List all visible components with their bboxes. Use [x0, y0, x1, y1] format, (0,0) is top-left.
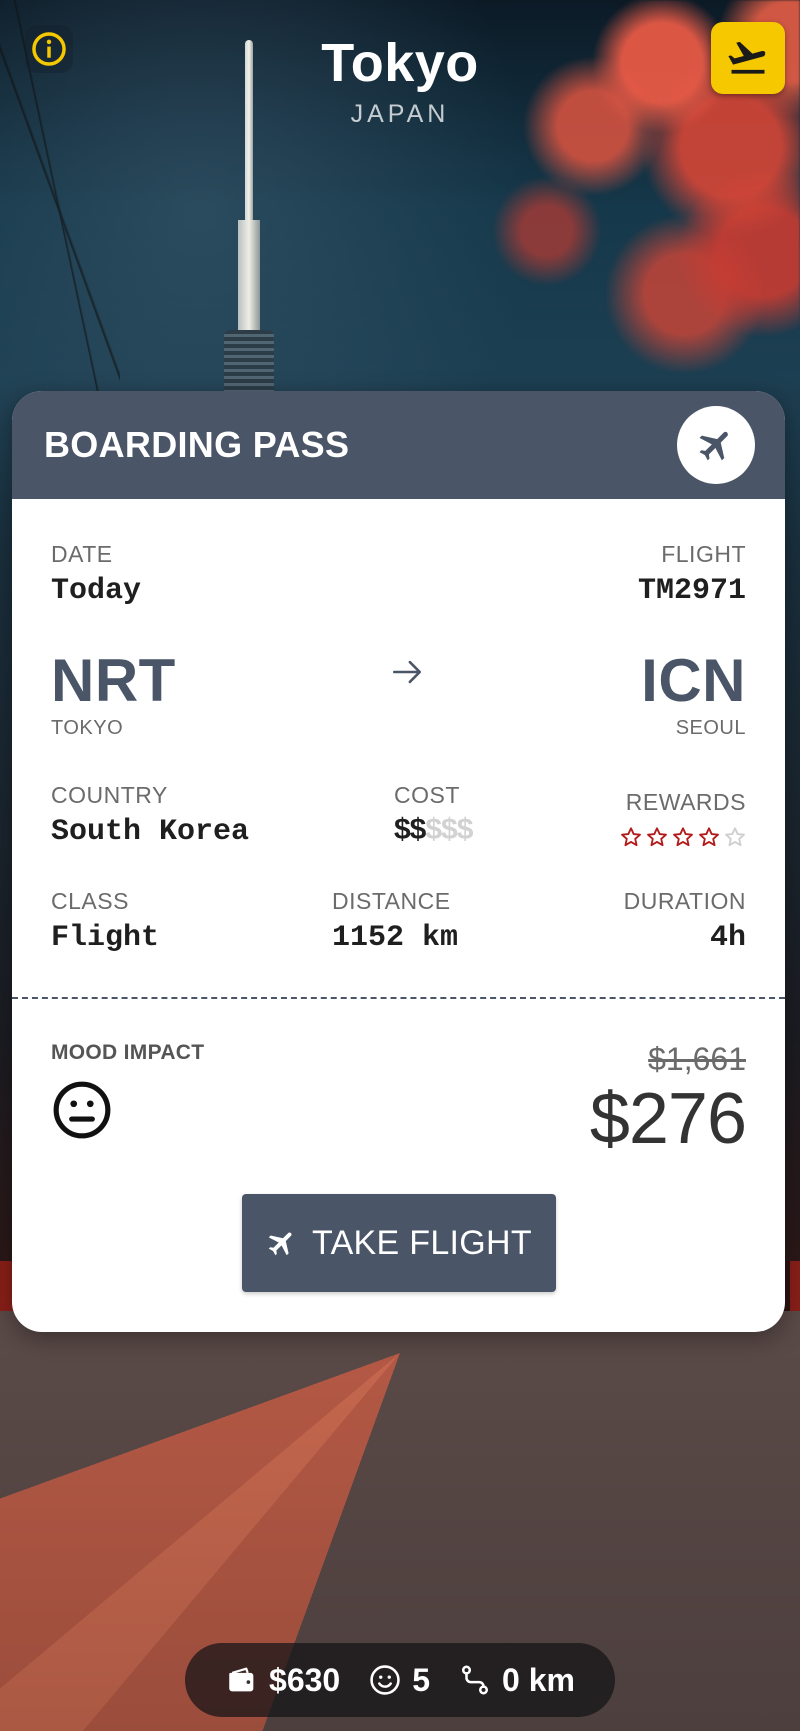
distance-traveled: 0 km — [502, 1661, 575, 1698]
destination-code: ICN — [641, 647, 746, 714]
take-flight-label: TAKE FLIGHT — [312, 1223, 532, 1262]
flight-number: TM2971 — [637, 574, 746, 608]
star-empty-icon — [725, 827, 745, 847]
date-label: DATE — [51, 541, 113, 567]
neutral-face-icon — [53, 1081, 111, 1139]
class-value: Flight — [51, 921, 160, 955]
status-bar: $630 5 0 km — [185, 1643, 615, 1717]
tear-line — [12, 997, 785, 999]
distance-label: DISTANCE — [332, 888, 451, 914]
origin-code: NRT — [51, 647, 176, 714]
wallet-icon — [229, 1667, 254, 1692]
mood-impact-label: MOOD IMPACT — [51, 1041, 205, 1064]
cost-rating: $$$$$ — [394, 813, 473, 846]
discounted-price: $276 — [589, 1079, 747, 1159]
origin-city: TOKYO — [51, 717, 124, 739]
rewards-label: REWARDS — [625, 789, 746, 815]
route-icon — [461, 1665, 489, 1695]
flight-label: FLIGHT — [661, 541, 746, 567]
city-title: Tokyo — [321, 33, 479, 93]
tower-image — [224, 40, 274, 400]
mood-value: 5 — [412, 1661, 431, 1698]
star-filled-icon — [699, 827, 719, 847]
duration-label: DURATION — [623, 888, 746, 914]
flights-button[interactable] — [711, 22, 785, 94]
plane-icon — [699, 431, 728, 461]
money-stat: $630 — [225, 1662, 340, 1699]
money-value: $630 — [269, 1661, 341, 1698]
distance-value: 1152 km — [332, 921, 459, 955]
mood-stat: 5 — [368, 1662, 430, 1699]
cost-label: COST — [394, 782, 460, 808]
original-price: $1,661 — [648, 1041, 746, 1077]
departure-plane-icon — [728, 41, 766, 74]
country-label: COUNTRY — [51, 782, 168, 808]
star-filled-icon — [621, 827, 641, 847]
plane-badge — [677, 406, 755, 484]
rewards-stars — [620, 826, 746, 848]
class-label: CLASS — [51, 888, 129, 914]
date-value: Today — [51, 574, 142, 608]
smile-icon — [370, 1665, 400, 1695]
take-flight-button[interactable]: TAKE FLIGHT — [242, 1194, 556, 1292]
country-subtitle: JAPAN — [350, 100, 450, 128]
star-filled-icon — [647, 827, 667, 847]
plane-icon — [268, 1232, 292, 1256]
boarding-pass-card: BOARDING PASS DATE Today FLIGHT TM2971 N… — [12, 391, 785, 1332]
boarding-pass-title: BOARDING PASS — [44, 424, 350, 465]
destination-city: SEOUL — [675, 717, 746, 739]
star-filled-icon — [673, 827, 693, 847]
duration-value: 4h — [709, 921, 746, 955]
boarding-pass-header: BOARDING PASS — [12, 391, 785, 499]
distance-stat: 0 km — [458, 1662, 575, 1699]
arrow-right-icon — [392, 660, 422, 684]
country-value: South Korea — [51, 815, 250, 849]
